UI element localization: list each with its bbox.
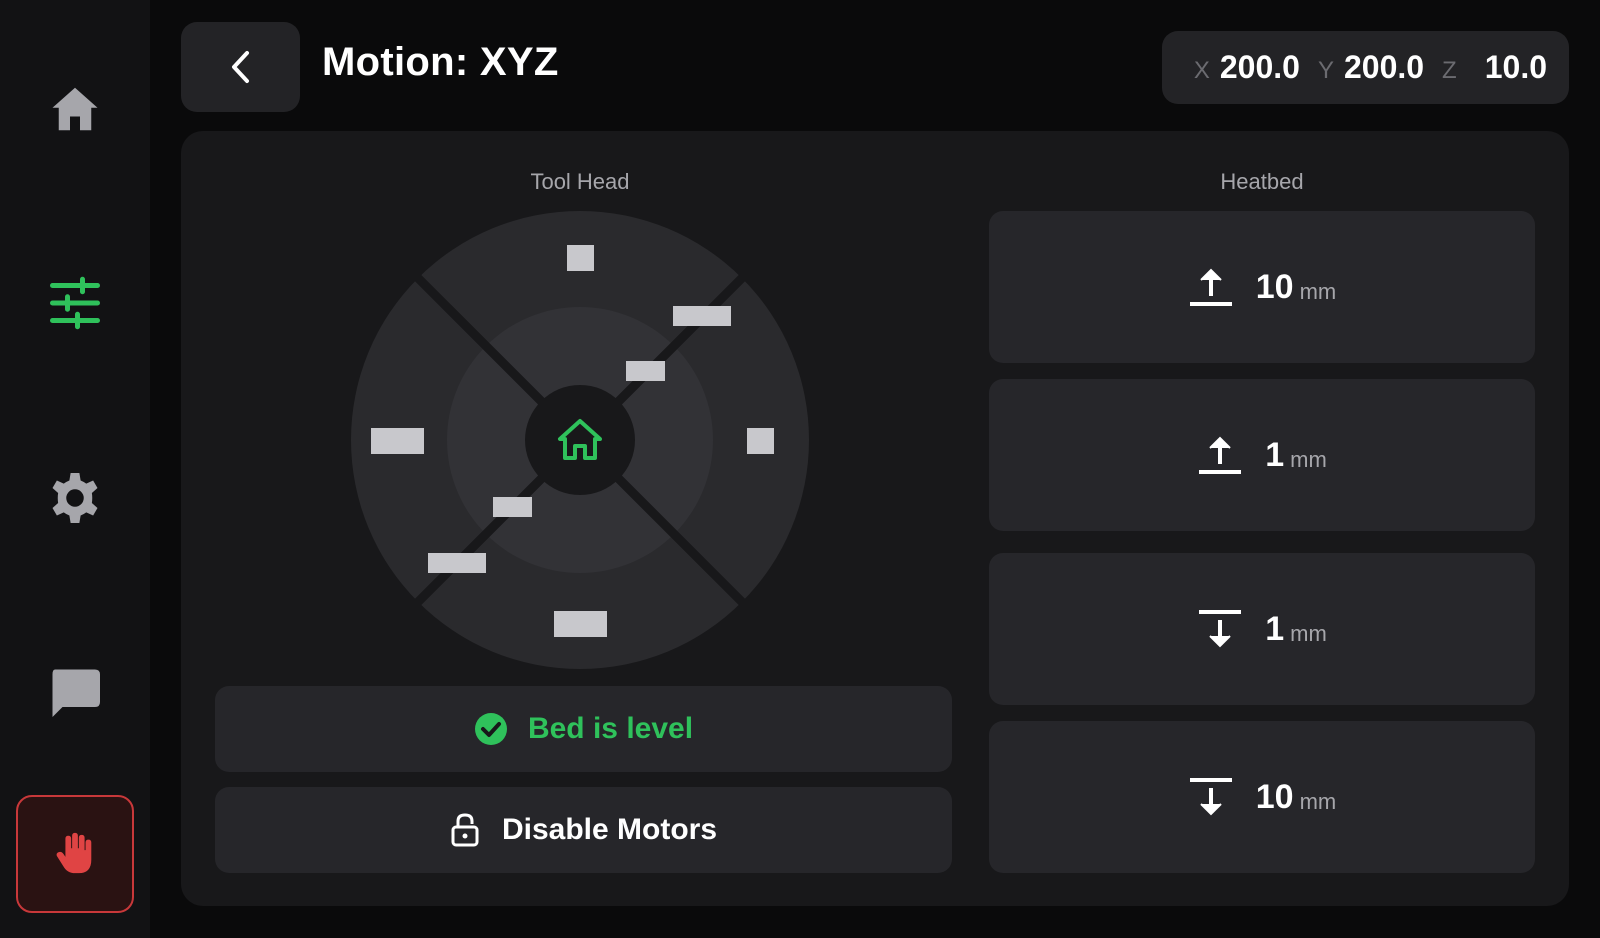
back-button[interactable]: [181, 22, 300, 112]
emergency-stop-button[interactable]: [16, 795, 134, 913]
sliders-icon: [50, 276, 100, 330]
jog-diag-sw-large[interactable]: [428, 553, 486, 573]
jog-diag-sw-small[interactable]: [493, 497, 532, 517]
bed-step-unit: mm: [1290, 621, 1327, 646]
arrow-down-bar-icon: [1189, 778, 1232, 816]
bed-level-text: Bed is level: [527, 712, 694, 745]
chevron-left-icon: [231, 51, 249, 83]
bed-down-10-button[interactable]: 10 mm: [989, 721, 1535, 873]
arrow-up-bar-icon: [1189, 268, 1232, 306]
bed-step-value: 1: [1265, 435, 1285, 474]
z-label: Z: [1442, 56, 1457, 84]
sidebar-item-controls[interactable]: [16, 244, 134, 362]
unlock-icon: [451, 813, 479, 847]
chat-icon: [52, 669, 100, 717]
jog-y-plus-large[interactable]: [567, 245, 594, 271]
jog-diag-ne-large[interactable]: [673, 306, 731, 326]
y-value: 200.0: [1343, 49, 1425, 85]
sidebar-item-settings[interactable]: [16, 439, 134, 557]
toolhead-jog-pad: [351, 211, 809, 669]
bed-level-status[interactable]: Bed is level: [215, 686, 952, 772]
y-label: Y: [1317, 56, 1334, 84]
bed-down-1-button[interactable]: 1 mm: [989, 553, 1535, 705]
hand-stop-icon: [56, 832, 92, 874]
disable-motors-button[interactable]: Disable Motors: [215, 787, 952, 873]
bed-step-unit: mm: [1290, 447, 1327, 472]
bed-step-value: 1: [1265, 609, 1285, 648]
toolhead-label: Tool Head: [530, 169, 630, 194]
sidebar-item-home[interactable]: [16, 50, 134, 168]
bed-up-1-button[interactable]: 1 mm: [989, 379, 1535, 531]
jog-x-plus-large[interactable]: [747, 428, 774, 454]
page-title: Motion: XYZ: [322, 40, 559, 84]
jog-x-minus-large[interactable]: [371, 428, 424, 454]
gear-icon: [52, 473, 98, 523]
bed-step-unit: mm: [1299, 789, 1337, 814]
x-label: X: [1193, 56, 1210, 84]
arrow-down-bar-icon: [1199, 610, 1242, 648]
z-value: 10.0: [1484, 49, 1547, 85]
heatbed-label: Heatbed: [1220, 169, 1304, 194]
bed-step-value: 10: [1255, 267, 1294, 306]
bed-step-value: 10: [1255, 777, 1294, 816]
motion-panel: Tool Head Heatbed Bed is level Disable M…: [181, 131, 1569, 906]
home-icon: [52, 87, 98, 131]
disable-motors-label: Disable Motors: [501, 813, 718, 846]
bed-up-10-button[interactable]: 10 mm: [989, 211, 1535, 363]
jog-diag-ne-small[interactable]: [626, 361, 665, 381]
check-circle-icon: [474, 713, 507, 745]
bed-step-unit: mm: [1299, 279, 1337, 304]
position-readout: X 200.0 Y 200.0 Z 10.0: [1162, 31, 1569, 104]
home-outline-icon: [558, 419, 602, 460]
sidebar-item-messages[interactable]: [16, 633, 134, 751]
jog-y-minus-large[interactable]: [554, 611, 607, 637]
arrow-up-bar-icon: [1199, 436, 1242, 474]
sidebar: [0, 0, 150, 938]
x-value: 200.0: [1219, 49, 1300, 85]
